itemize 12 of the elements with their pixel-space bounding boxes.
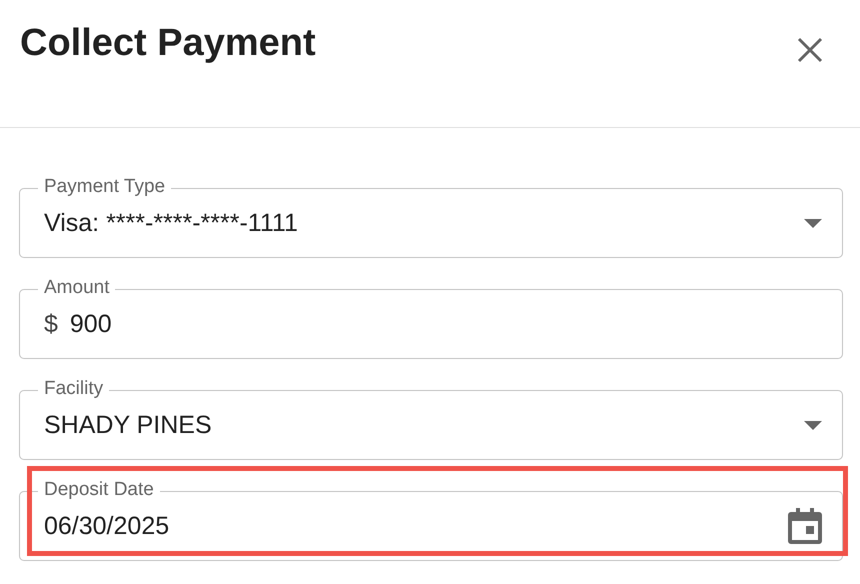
field-value: SHADY PINES	[44, 410, 213, 440]
close-icon[interactable]	[796, 36, 824, 64]
field-value: Visa: ****-****-****-1111	[44, 208, 299, 238]
dialog-title: Collect Payment	[20, 22, 316, 65]
field-label: Deposit Date	[38, 478, 160, 502]
field-value: 06/30/2025	[44, 512, 170, 540]
field-label: Facility	[38, 377, 110, 401]
field-value: 900	[70, 310, 113, 338]
caret-icon[interactable]	[804, 420, 822, 430]
currency-prefix: $	[44, 310, 58, 338]
calendar-icon[interactable]	[788, 508, 822, 544]
caret-icon[interactable]	[804, 218, 822, 228]
